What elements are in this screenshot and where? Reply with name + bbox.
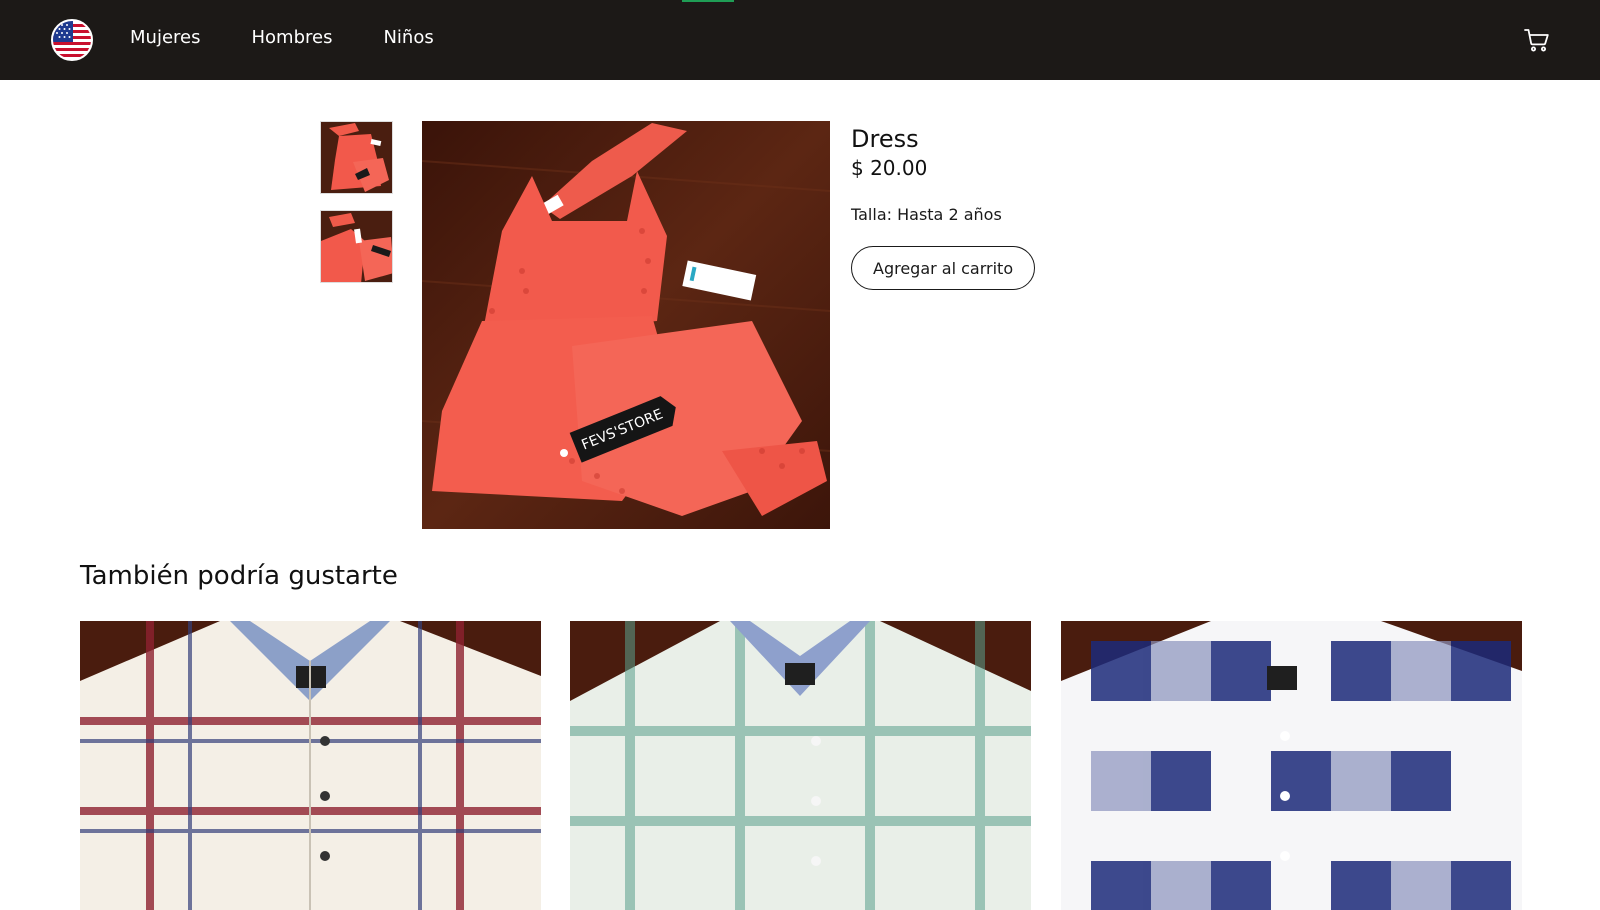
related-product-card-3[interactable] <box>1061 621 1522 910</box>
nav-link-mujeres[interactable]: Mujeres <box>130 26 200 50</box>
product-size: Talla: Hasta 2 años <box>851 205 1002 224</box>
us-flag-icon[interactable] <box>51 19 93 61</box>
nav-link-ninos[interactable]: Niños <box>383 26 433 50</box>
product-main-image[interactable]: FEVS'STORE <box>422 121 830 529</box>
related-product-card-1[interactable] <box>80 621 541 910</box>
related-products-grid <box>80 621 1522 910</box>
product-thumbnail-2[interactable] <box>320 210 393 283</box>
product-thumbnail-1[interactable] <box>320 121 393 194</box>
cart-icon[interactable] <box>1524 27 1550 53</box>
nav-link-hombres[interactable]: Hombres <box>251 26 332 50</box>
product-price: $ 20.00 <box>851 156 928 180</box>
product-info: Dress $ 20.00 Talla: Hasta 2 años Agrega… <box>851 124 1036 290</box>
related-section-title: También podría gustarte <box>80 561 398 591</box>
product-title: Dress <box>851 125 919 153</box>
related-product-card-2[interactable] <box>570 621 1031 910</box>
add-to-cart-button[interactable]: Agregar al carrito <box>851 246 1036 290</box>
page-load-progress <box>682 0 734 2</box>
main-nav: Mujeres Hombres Niños <box>130 26 434 50</box>
top-navigation-bar: Mujeres Hombres Niños <box>0 0 1600 80</box>
